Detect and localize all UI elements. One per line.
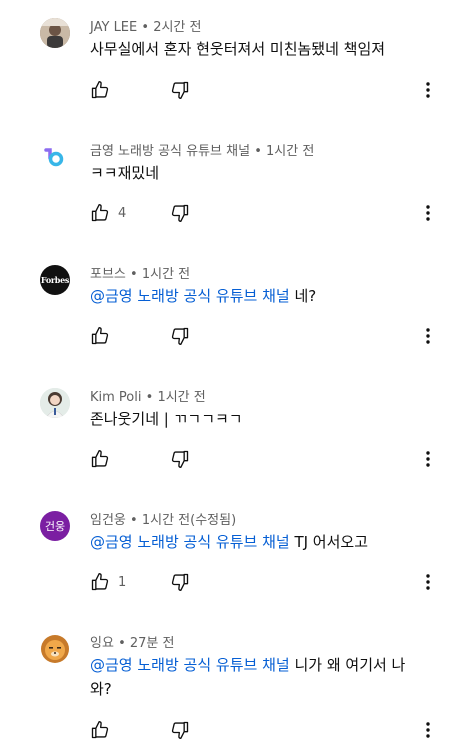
author-name[interactable]: JAY LEE [90, 20, 137, 35]
meta-separator: • [118, 636, 126, 651]
more-vert-icon [426, 205, 430, 221]
thumb-down-icon [171, 81, 189, 99]
comment-text-content: TJ 어서오고 [289, 533, 369, 551]
meta-separator: • [145, 390, 154, 405]
thumb-up-icon [91, 450, 109, 468]
more-vert-icon [426, 82, 430, 98]
comment-meta: 잉요 • 27분 전 [90, 632, 174, 651]
thumb-up-icon [91, 573, 109, 591]
comment-text-content: 사무실에서 혼자 현웃터져서 미친놈됐네 책임져 [90, 40, 386, 58]
thumb-up-icon [91, 327, 109, 345]
like-button[interactable] [90, 326, 118, 346]
comment-actions: 4 [90, 202, 189, 224]
like-button[interactable]: 4 [90, 203, 126, 223]
comment-meta: JAY LEE • 2시간 전 [90, 16, 201, 35]
comment-text: ㅋㅋ재밌네 [90, 161, 420, 185]
thumb-up-icon [91, 81, 109, 99]
forbes-logo: Forbes [40, 275, 70, 285]
mention-link[interactable]: @금영 노래방 공식 유튜브 채널 [90, 656, 290, 674]
initials-avatar: 건웅 [44, 520, 66, 533]
like-button[interactable] [90, 449, 118, 469]
comment-text: 존나웃기네 | ㄲㄱㄱㅋㄱ [90, 407, 420, 431]
meta-separator: • [254, 144, 262, 159]
thumb-down-icon [171, 327, 189, 345]
thumb-up-icon [91, 721, 109, 739]
like-button[interactable]: 1 [90, 572, 126, 592]
comment-meta: Kim Poli • 1시간 전 [90, 386, 206, 405]
comment-actions [90, 79, 189, 101]
comment-actions [90, 325, 189, 347]
like-button[interactable] [90, 720, 118, 740]
more-options-button[interactable] [418, 719, 438, 741]
more-vert-icon [426, 328, 430, 344]
timestamp: 1시간 전 [157, 390, 206, 405]
like-count: 4 [118, 205, 127, 221]
lion-character-avatar-icon [41, 635, 69, 663]
avatar[interactable] [40, 388, 70, 418]
photo-avatar-icon [40, 388, 70, 418]
author-name[interactable]: 금영 노래방 공식 유튜브 채널 [90, 144, 250, 159]
author-name[interactable]: 포브스 [90, 267, 126, 282]
meta-separator: • [130, 513, 138, 528]
more-vert-icon [426, 574, 430, 590]
more-options-button[interactable] [418, 202, 438, 224]
avatar[interactable] [40, 18, 70, 48]
dislike-button[interactable] [170, 719, 190, 741]
like-button[interactable] [90, 80, 118, 100]
comment-text: @금영 노래방 공식 유튜브 채널 네? [90, 284, 420, 308]
dislike-button[interactable] [170, 571, 190, 593]
more-vert-icon [426, 451, 430, 467]
comment-text: @금영 노래방 공식 유튜브 채널 TJ 어서오고 [90, 530, 420, 554]
comment-text: 사무실에서 혼자 현웃터져서 미친놈됐네 책임져 [90, 37, 420, 61]
meta-separator: • [130, 267, 138, 282]
avatar[interactable] [40, 142, 70, 172]
comment-text-content: ㅋㅋ재밌네 [90, 164, 160, 182]
timestamp: 2시간 전 [153, 20, 202, 35]
timestamp: 1시간 전 [266, 144, 315, 159]
timestamp: 1시간 전(수정됨) [141, 513, 237, 528]
author-name[interactable]: 잉요 [90, 636, 114, 651]
dislike-button[interactable] [170, 202, 190, 224]
comment-meta: 금영 노래방 공식 유튜브 채널 • 1시간 전 [90, 140, 314, 159]
more-options-button[interactable] [418, 325, 438, 347]
meta-separator: • [141, 20, 150, 35]
more-options-button[interactable] [418, 571, 438, 593]
thumb-down-icon [171, 450, 189, 468]
thumb-down-icon [171, 204, 189, 222]
mention-link[interactable]: @금영 노래방 공식 유튜브 채널 [90, 287, 290, 305]
mention-link[interactable]: @금영 노래방 공식 유튜브 채널 [90, 533, 290, 551]
author-name[interactable]: 임건웅 [90, 513, 126, 528]
like-count: 1 [118, 574, 127, 590]
avatar[interactable]: 건웅 [40, 511, 70, 541]
comment-actions: 1 [90, 571, 189, 593]
photo-avatar-icon [40, 18, 70, 48]
author-name[interactable]: Kim Poli [90, 390, 142, 405]
comment-meta: 포브스 • 1시간 전 [90, 263, 190, 282]
timestamp: 27분 전 [129, 636, 175, 651]
more-options-button[interactable] [418, 448, 438, 470]
thumb-down-icon [171, 721, 189, 739]
comment-actions [90, 719, 189, 741]
avatar[interactable]: Forbes [40, 265, 70, 295]
more-vert-icon [426, 722, 430, 738]
comment-actions [90, 448, 189, 470]
timestamp: 1시간 전 [141, 267, 191, 282]
dislike-button[interactable] [170, 448, 190, 470]
thumb-up-icon [91, 204, 109, 222]
more-options-button[interactable] [418, 79, 438, 101]
comment-text: @금영 노래방 공식 유튜브 채널 니가 왜 여기서 나와? [90, 653, 420, 701]
comment-meta: 임건웅 • 1시간 전(수정됨) [90, 509, 236, 528]
dislike-button[interactable] [170, 79, 190, 101]
thumb-down-icon [171, 573, 189, 591]
ky-logo-avatar-icon [44, 148, 64, 167]
comment-text-content: 존나웃기네 | ㄲㄱㄱㅋㄱ [90, 410, 243, 428]
comment-text-content: 네? [289, 287, 317, 305]
dislike-button[interactable] [170, 325, 190, 347]
avatar[interactable] [40, 634, 70, 664]
